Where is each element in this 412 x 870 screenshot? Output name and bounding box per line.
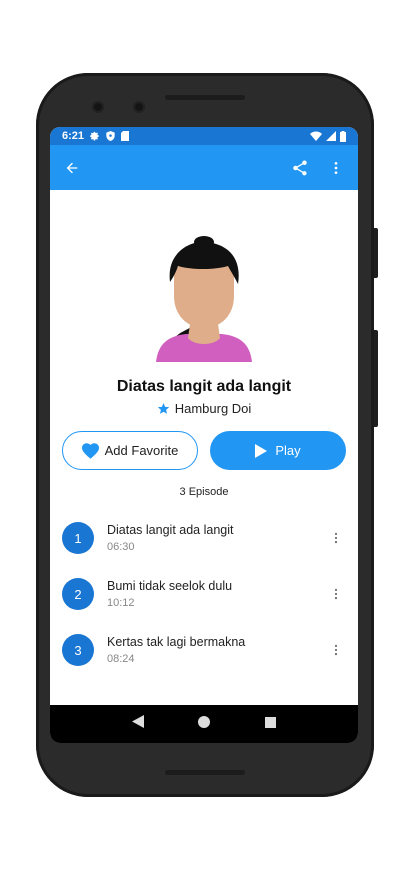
book-title: Diatas langit ada langit bbox=[116, 378, 292, 395]
bottom-speaker bbox=[165, 770, 245, 775]
episode-number: 2 bbox=[62, 578, 94, 610]
episode-duration: 10:12 bbox=[107, 597, 135, 609]
heart-icon bbox=[81, 442, 99, 459]
front-camera bbox=[92, 101, 104, 113]
settings-icon bbox=[90, 131, 100, 141]
episode-number: 3 bbox=[62, 634, 94, 666]
episode-list: 1 Diatas langit ada langit 06:30 2 Bumi … bbox=[62, 510, 346, 678]
list-item[interactable]: 3 Kertas tak lagi bermakna 08:24 bbox=[62, 622, 346, 678]
author-avatar bbox=[156, 236, 252, 362]
front-sensor bbox=[133, 101, 145, 113]
arrow-left-icon bbox=[66, 162, 78, 173]
earpiece-speaker bbox=[165, 95, 245, 100]
nav-recents-button[interactable] bbox=[264, 715, 276, 733]
battery-icon bbox=[340, 130, 346, 142]
episode-title: Bumi tidak seelok dulu bbox=[107, 579, 233, 593]
episode-menu-button[interactable] bbox=[326, 638, 346, 662]
play-button[interactable]: Play bbox=[210, 431, 346, 470]
share-icon bbox=[293, 160, 307, 175]
more-vert-icon bbox=[334, 588, 338, 600]
share-button[interactable] bbox=[286, 154, 314, 182]
overflow-menu-button[interactable] bbox=[322, 154, 350, 182]
circle-home-icon bbox=[198, 716, 211, 728]
episode-duration: 08:24 bbox=[107, 653, 135, 665]
back-button[interactable] bbox=[58, 154, 86, 182]
wifi-icon bbox=[310, 131, 322, 141]
list-item[interactable]: 2 Bumi tidak seelok dulu 10:12 bbox=[62, 566, 346, 622]
sd-card-icon bbox=[121, 131, 130, 141]
episode-duration: 06:30 bbox=[107, 541, 135, 553]
episode-menu-button[interactable] bbox=[326, 526, 346, 550]
square-recents-icon bbox=[264, 717, 276, 728]
play-icon bbox=[255, 443, 268, 458]
play-label: Play bbox=[275, 443, 301, 458]
system-nav-bar bbox=[50, 705, 358, 743]
app-bar bbox=[50, 145, 358, 190]
author-row: Hamburg Doi bbox=[50, 401, 358, 416]
list-item[interactable]: 1 Diatas langit ada langit 06:30 bbox=[62, 510, 346, 566]
more-vert-icon bbox=[334, 644, 338, 656]
triangle-back-icon bbox=[132, 715, 145, 728]
power-button bbox=[374, 330, 378, 427]
episode-menu-button[interactable] bbox=[326, 582, 346, 606]
screen: 6:21 Diatas langit ada langit Hamburg Do… bbox=[50, 127, 358, 743]
status-time: 6:21 bbox=[62, 130, 85, 142]
episode-number: 1 bbox=[62, 522, 94, 554]
more-vert-icon bbox=[334, 532, 338, 544]
nav-back-button[interactable] bbox=[132, 715, 145, 733]
shield-icon bbox=[106, 131, 115, 141]
episode-title: Kertas tak lagi bermakna bbox=[107, 635, 246, 649]
volume-button bbox=[374, 228, 378, 278]
cell-signal-icon bbox=[326, 131, 336, 141]
status-bar: 6:21 bbox=[50, 127, 358, 145]
episode-count: 3 Episode bbox=[179, 486, 229, 498]
add-favorite-label: Add Favorite bbox=[104, 443, 179, 458]
star-icon bbox=[157, 403, 169, 414]
episode-title: Diatas langit ada langit bbox=[107, 523, 234, 537]
author-name: Hamburg Doi bbox=[174, 401, 252, 416]
more-vert-icon bbox=[334, 161, 338, 174]
add-favorite-button[interactable]: Add Favorite bbox=[62, 431, 198, 470]
content: Diatas langit ada langit Hamburg Doi Add… bbox=[50, 190, 358, 725]
nav-home-button[interactable] bbox=[198, 715, 211, 733]
